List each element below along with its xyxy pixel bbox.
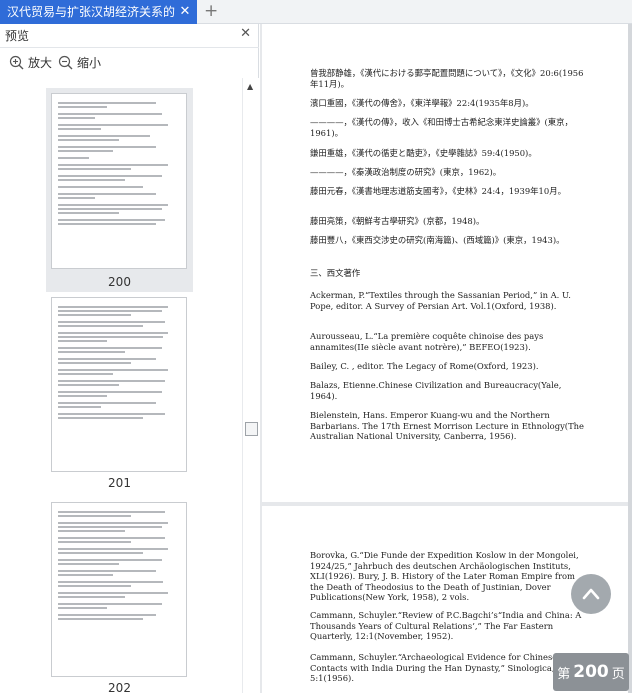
bibliography-entry: 曾我部静雄，《漢代における郵亭配置問題について》，《文化》20:6(1956年1… — [310, 68, 584, 89]
scrollbar-thumb[interactable] — [245, 422, 258, 436]
thumbnail-page-preview — [51, 502, 187, 677]
page-indicator-suffix: 页 — [611, 666, 625, 682]
bibliography-entry: Ackerman, P.“Textiles through the Sassan… — [310, 290, 571, 311]
bibliography-entry: 藤田豐八，《東西交涉史の研究(南海篇)、(西域篇)》(東京，1943)。 — [310, 235, 565, 245]
bibliography-entry: ————，《漢代の傳》，收入《和田博士古希紀念東洋史論叢》(東京，1961)。 — [310, 117, 573, 138]
document-tab[interactable]: 汉代贸易与扩张汉胡经济关系的 ✕ — [0, 0, 197, 24]
page-indicator-prefix: 第 — [557, 666, 571, 682]
bibliography-entry: 鎌田重雄，《漢代の循吏と酷吏》，《史學雜誌》59:4(1950)。 — [310, 148, 537, 158]
bibliography-entry: Aurousseau, L.“La première coquête chino… — [310, 331, 544, 352]
bibliography-entry: Bielenstein, Hans. Emperor Kuang-wu and … — [310, 410, 585, 442]
zoom-in-button[interactable]: 放大 — [9, 54, 52, 71]
bibliography-entry: 藤田元春，《漢書地理志道筋支國考》，《史林》24:4，1939年10月。 — [310, 186, 566, 196]
thumbnail-202[interactable]: 202 — [46, 500, 193, 693]
document-scrollbar[interactable] — [628, 24, 632, 693]
section-heading: 三、西文著作 — [310, 268, 361, 278]
thumbnail-page-number: 200 — [108, 275, 131, 289]
thumbnail-page-number: 202 — [108, 681, 131, 693]
plus-icon[interactable]: + — [204, 0, 218, 24]
sidebar-scrollbar[interactable]: ▲ — [242, 78, 259, 693]
sidebar-header: 预览 ✕ — [0, 24, 259, 48]
thumbnail-page-preview — [51, 297, 187, 472]
thumbnail-list: 200 201 202 — [0, 78, 242, 693]
bibliography-entry: ————，《秦漢政治制度の研究》(東京，1962)。 — [310, 167, 502, 177]
sidebar-title: 预览 — [5, 29, 30, 43]
bibliography-entry: Borovka, G.“Die Funde der Expedition Kos… — [310, 550, 579, 603]
bibliography-entry: Cammann, Schuyler.“Review of P.C.Bagchi’… — [310, 610, 582, 642]
close-icon[interactable]: ✕ — [240, 26, 251, 41]
zoom-out-icon — [58, 55, 73, 70]
tab-bar: 汉代贸易与扩张汉胡经济关系的 ✕ + — [0, 0, 632, 24]
scroll-up-icon[interactable]: ▲ — [247, 82, 253, 91]
thumbnail-200[interactable]: 200 — [46, 88, 193, 292]
bibliography-entry: Bailey, C. , editor. The Legacy of Rome(… — [310, 361, 539, 371]
zoom-out-label: 缩小 — [77, 56, 102, 70]
bibliography-entry: Balazs, Etienne.Chinese Civilization and… — [310, 380, 562, 401]
arrow-up-icon — [582, 588, 600, 600]
zoom-in-label: 放大 — [28, 56, 53, 70]
tab-title: 汉代贸易与扩张汉胡经济关系的 — [7, 5, 176, 19]
thumbnail-page-number: 201 — [108, 476, 131, 490]
close-icon[interactable]: ✕ — [179, 0, 191, 24]
thumbnail-page-preview — [51, 93, 187, 269]
document-page-200: 曾我部静雄，《漢代における郵亭配置問題について》，《文化》20:6(1956年1… — [262, 24, 630, 502]
zoom-toolbar: 放大 缩小 — [0, 50, 259, 76]
bibliography-entry: 藤田亮策，《朝鮮考古學研究》(京都，1948)。 — [310, 216, 485, 226]
zoom-in-icon — [9, 55, 24, 70]
zoom-out-button[interactable]: 缩小 — [58, 54, 101, 71]
thumbnail-201[interactable]: 201 — [46, 296, 193, 496]
back-to-top-button[interactable] — [571, 574, 611, 614]
preview-sidebar: 预览 ✕ 放大 缩小 200 201 202 ▲ — [0, 24, 259, 693]
bibliography-entry: 濱口重國，《漢代の傳舍》，《東洋學報》22:4(1935年8月)。 — [310, 98, 534, 108]
page-indicator: 第 200 页 — [553, 653, 629, 691]
current-page-number: 200 — [573, 662, 609, 682]
bibliography-entry: Cammann, Schuyler.“Archaeological Eviden… — [310, 652, 558, 684]
